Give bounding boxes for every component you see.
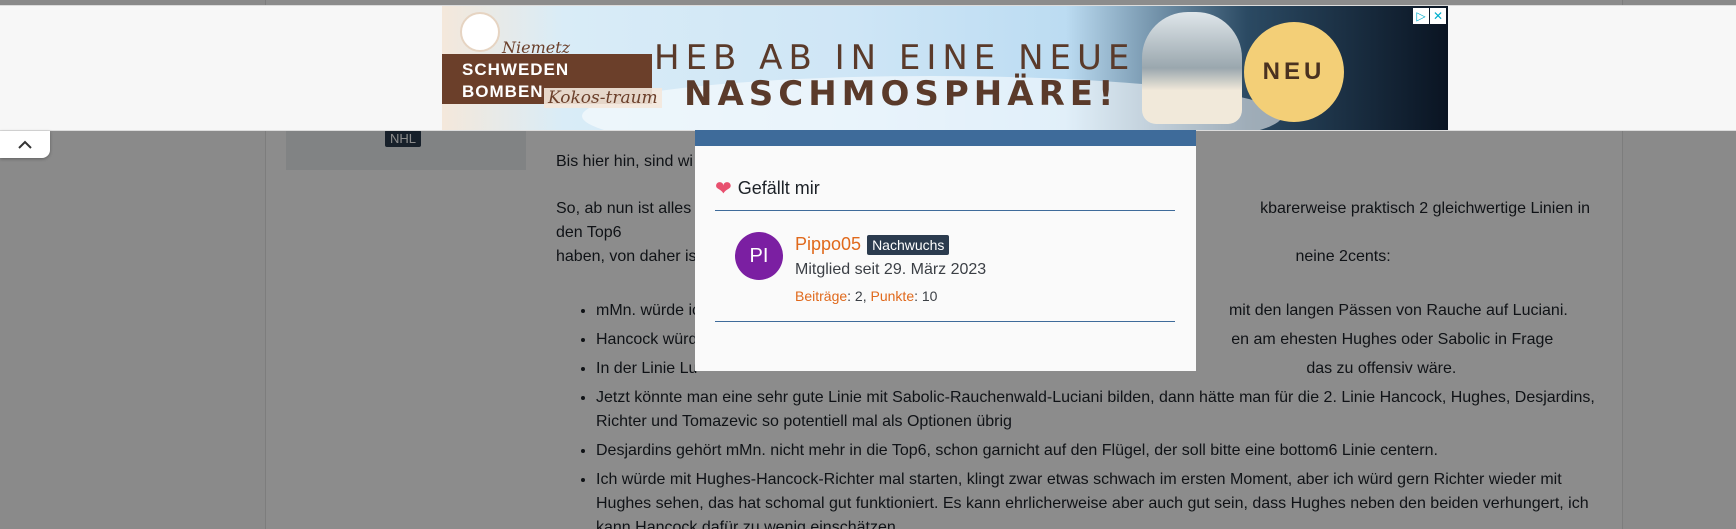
chevron-up-icon — [18, 140, 32, 149]
chef-mascot-icon — [460, 12, 500, 52]
points-label[interactable]: Punkte — [871, 288, 915, 304]
advertisement-banner[interactable]: Niemetz SCHWEDEN BOMBEN Kokos-traum HEB … — [442, 6, 1448, 130]
ad-brand-script: Niemetz — [502, 38, 571, 57]
dialog-title-text: Gefällt mir — [737, 178, 820, 198]
astronaut-helmet-jar-icon — [1142, 12, 1242, 124]
posts-label[interactable]: Beiträge — [795, 288, 847, 304]
divider — [715, 321, 1175, 322]
divider — [715, 210, 1175, 211]
ad-controls: ▷ ✕ — [1413, 8, 1446, 24]
posts-value: : 2, — [847, 288, 867, 304]
likes-dialog: ❤ Gefällt mir PI Pippo05 Nachwuchs Mitgl… — [695, 130, 1196, 371]
ad-headline-2: NASCHMOSPHÄRE! — [684, 74, 1119, 114]
user-name-row: Pippo05 Nachwuchs — [795, 234, 950, 255]
member-since-text: Mitglied seit 29. März 2023 — [795, 261, 987, 278]
user-stats: Beiträge: 2, Punkte: 10 — [795, 288, 937, 304]
ad-brand-line-1: SCHWEDEN — [462, 60, 570, 79]
ad-brand-line-2: BOMBEN — [462, 82, 544, 101]
ad-product-script: Kokos-traum — [544, 88, 662, 108]
heart-icon: ❤ — [715, 177, 732, 200]
user-role-badge: Nachwuchs — [867, 234, 950, 255]
adchoices-icon[interactable]: ▷ — [1413, 8, 1429, 24]
collapse-ad-button[interactable] — [0, 131, 50, 158]
avatar[interactable]: PI — [735, 232, 783, 280]
username-link[interactable]: Pippo05 — [795, 234, 861, 255]
dialog-title: ❤ Gefällt mir — [715, 178, 820, 199]
points-value: : 10 — [914, 288, 938, 304]
ad-bar: Niemetz SCHWEDEN BOMBEN Kokos-traum HEB … — [0, 5, 1736, 131]
ad-new-badge: NEU — [1244, 22, 1344, 122]
ad-headline-1: HEB AB IN EINE NEUE — [654, 38, 1136, 78]
ad-close-icon[interactable]: ✕ — [1430, 8, 1446, 24]
